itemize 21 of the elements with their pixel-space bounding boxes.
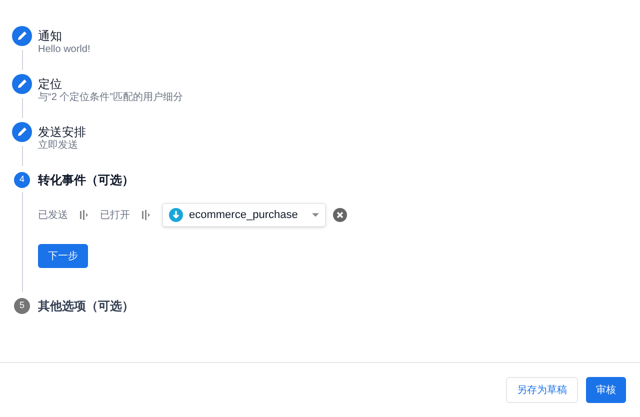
step-title: 转化事件（可选） bbox=[38, 172, 135, 188]
review-button[interactable]: 审核 bbox=[586, 377, 626, 403]
funnel-arrow-icon bbox=[80, 210, 88, 220]
step-subtitle: Hello world! bbox=[38, 44, 92, 56]
remove-icon[interactable] bbox=[333, 208, 347, 222]
step-subtitle: 立即发送 bbox=[38, 140, 79, 152]
funnel-step-label: 已打开 bbox=[100, 208, 130, 222]
event-icon bbox=[169, 208, 183, 222]
step-number-badge: 4 bbox=[14, 172, 30, 188]
dropdown-caret-icon bbox=[312, 213, 319, 217]
save-draft-button[interactable]: 另存为草稿 bbox=[506, 377, 578, 403]
step-title: 发送安排 bbox=[38, 124, 87, 140]
step-title: 其他选项（可选） bbox=[38, 298, 135, 314]
step-title: 定位 bbox=[38, 76, 63, 92]
step-number-badge: 5 bbox=[14, 298, 30, 314]
next-button[interactable]: 下一步 bbox=[38, 244, 88, 268]
funnel-arrow-icon bbox=[142, 210, 150, 220]
step-title: 通知 bbox=[38, 28, 63, 44]
event-select[interactable]: ecommerce_purchase bbox=[162, 203, 326, 227]
funnel-step-label: 已发送 bbox=[38, 208, 68, 222]
step-subtitle: 与“2 个定位条件”匹配的用户细分 bbox=[38, 92, 184, 104]
